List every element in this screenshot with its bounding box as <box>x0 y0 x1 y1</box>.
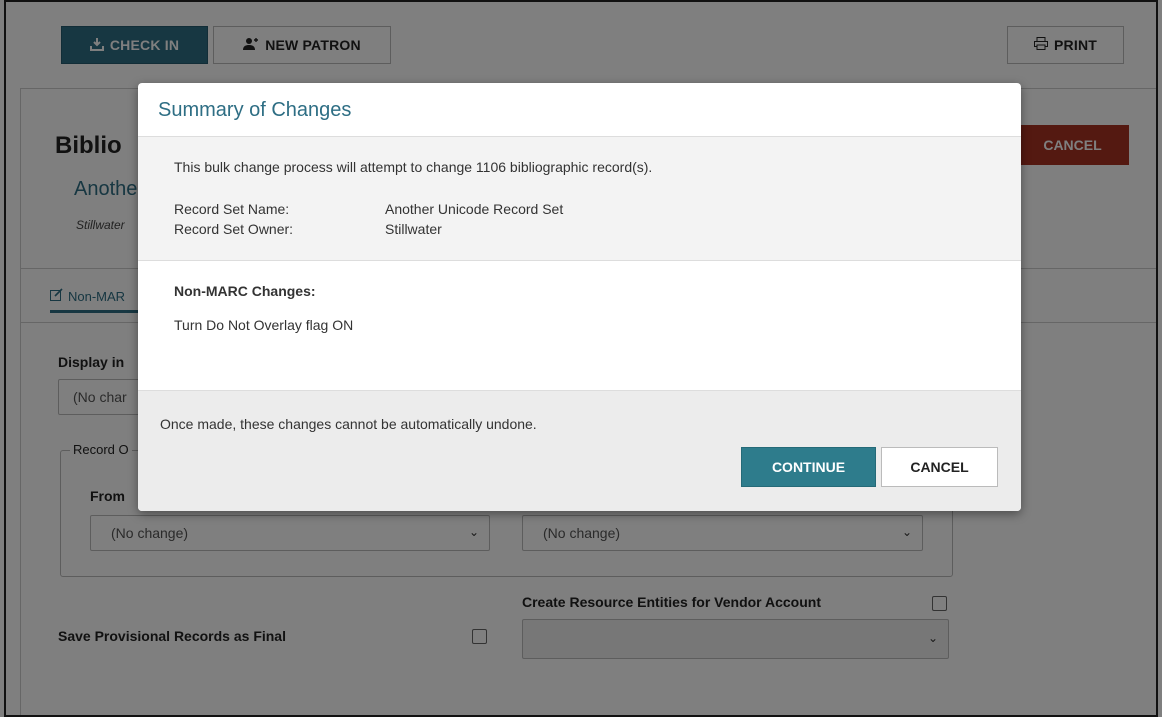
summary-of-changes-dialog: Summary of Changes This bulk change proc… <box>138 83 1021 511</box>
record-set-owner-label: Record Set Owner: <box>174 221 294 237</box>
record-set-name-value: Another Unicode Record Set <box>385 201 564 217</box>
dialog-title: Summary of Changes <box>158 99 352 121</box>
record-set-name-label: Record Set Name: <box>174 201 290 217</box>
dialog-cancel-button[interactable]: CANCEL <box>881 447 998 487</box>
bulk-change-intro: This bulk change process will attempt to… <box>174 159 653 175</box>
dialog-summary-section: This bulk change process will attempt to… <box>138 137 1021 261</box>
non-marc-heading: Non-MARC Changes: <box>174 283 316 299</box>
undo-warning: Once made, these changes cannot be autom… <box>160 416 537 432</box>
non-marc-change-item: Turn Do Not Overlay flag ON <box>174 317 354 333</box>
continue-button[interactable]: CONTINUE <box>741 447 876 487</box>
record-set-owner-value: Stillwater <box>385 221 442 237</box>
dialog-header: Summary of Changes <box>138 83 1021 137</box>
